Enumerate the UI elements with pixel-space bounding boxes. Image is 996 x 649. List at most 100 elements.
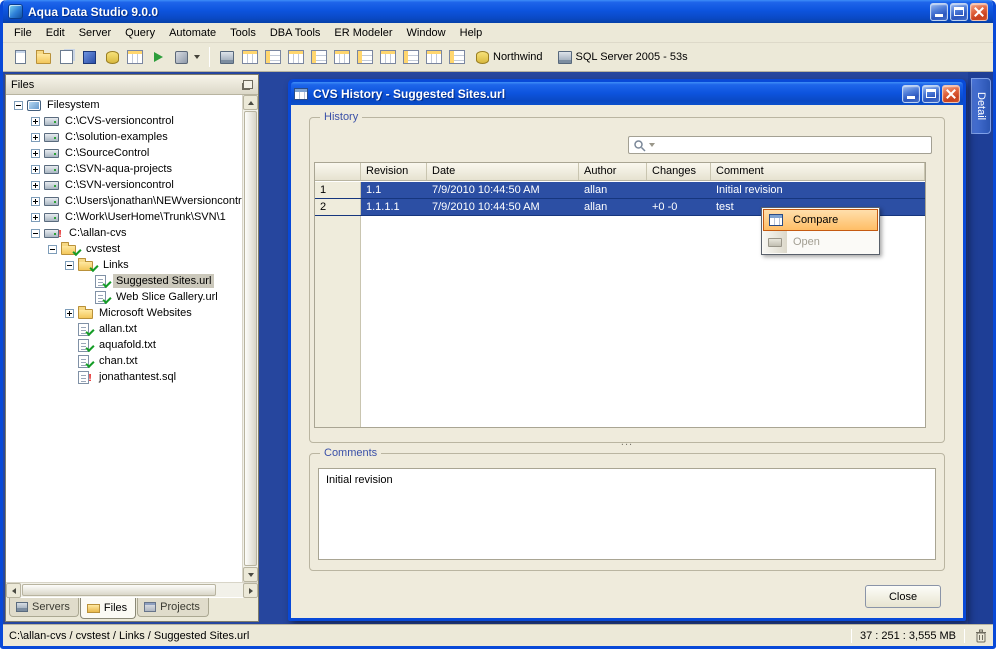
horizontal-scrollbar[interactable] (6, 582, 258, 598)
history-search-input[interactable] (660, 138, 927, 152)
grid-window-icon[interactable] (331, 46, 353, 68)
detail-tab[interactable]: Detail (971, 78, 991, 134)
tree-item[interactable]: C:\solution-examples (6, 129, 242, 145)
tree-item[interactable]: Microsoft Websites (6, 305, 242, 321)
tree-item[interactable]: C:\Work\UserHome\Trunk\SVN\1 (6, 209, 242, 225)
expand-toggle-icon[interactable] (31, 132, 40, 142)
vertical-scroll-thumb[interactable] (244, 111, 257, 566)
scroll-down-button[interactable] (243, 567, 258, 582)
menu-automate[interactable]: Automate (162, 25, 223, 41)
menu-dba-tools[interactable]: DBA Tools (263, 25, 328, 41)
grid-window-icon[interactable] (377, 46, 399, 68)
menu-edit[interactable]: Edit (39, 25, 72, 41)
dialog-close-button[interactable]: Close (865, 585, 941, 608)
close-button[interactable] (970, 2, 988, 21)
tree-item[interactable]: Filesystem (6, 97, 242, 113)
grid-window-icon[interactable] (446, 46, 468, 68)
expand-toggle-icon[interactable] (31, 148, 40, 158)
search-box[interactable] (628, 136, 932, 154)
tree-item[interactable]: C:\SVN-aqua-projects (6, 161, 242, 177)
server-icon[interactable] (216, 46, 238, 68)
tree-item[interactable]: chan.txt (6, 353, 242, 369)
row-number-column-header[interactable] (315, 163, 361, 180)
tree-item[interactable]: C:\SVN-versioncontrol (6, 177, 242, 193)
tools-icon[interactable] (170, 46, 192, 68)
database-icon[interactable] (101, 46, 123, 68)
menu-window[interactable]: Window (400, 25, 453, 41)
menu-help[interactable]: Help (453, 25, 490, 41)
tree-item[interactable]: ! jonathantest.sql (6, 369, 242, 385)
open-folder-icon[interactable] (32, 46, 54, 68)
expand-toggle-icon[interactable] (31, 116, 40, 126)
expand-toggle-icon[interactable] (31, 196, 40, 206)
dialog-maximize-button[interactable] (922, 84, 940, 103)
tree-item[interactable]: C:\SourceControl (6, 145, 242, 161)
active-database[interactable]: Northwind (469, 50, 550, 64)
garbage-collect-icon[interactable] (975, 629, 987, 643)
new-document-icon[interactable] (9, 46, 31, 68)
collapse-toggle-icon[interactable] (65, 260, 74, 270)
active-server[interactable]: SQL Server 2005 - 53s (551, 50, 695, 64)
titlebar[interactable]: Aqua Data Studio 9.0.0 (3, 0, 993, 23)
tree-item[interactable]: aquafold.txt (6, 337, 242, 353)
scroll-right-button[interactable] (243, 583, 258, 598)
grid-window-icon[interactable] (354, 46, 376, 68)
dialog-close-icon-button[interactable] (942, 84, 960, 103)
grid-window-icon[interactable] (400, 46, 422, 68)
undock-panel-icon[interactable] (243, 80, 253, 89)
horizontal-scroll-thumb[interactable] (22, 584, 216, 596)
column-header-revision[interactable]: Revision (361, 163, 427, 180)
grid-window-icon[interactable] (239, 46, 261, 68)
dialog-minimize-button[interactable] (902, 84, 920, 103)
splitter-handle[interactable]: ... (291, 437, 963, 449)
tab-servers[interactable]: Servers (9, 598, 79, 617)
tree-item[interactable]: C:\Users\jonathan\NEWversioncontrol (6, 193, 242, 209)
tree-item[interactable]: C:\CVS-versioncontrol (6, 113, 242, 129)
run-icon[interactable] (147, 46, 169, 68)
table-icon[interactable] (124, 46, 146, 68)
tab-projects[interactable]: Projects (137, 598, 209, 617)
dialog-titlebar[interactable]: CVS History - Suggested Sites.url (291, 82, 963, 105)
collapse-toggle-icon[interactable] (14, 100, 23, 110)
menu-query[interactable]: Query (118, 25, 162, 41)
files-tree-container: Filesystem C:\CVS-versioncontrol C:\solu… (6, 95, 258, 582)
expand-toggle-icon[interactable] (65, 308, 74, 318)
tree-item[interactable]: ! C:\allan-cvs (6, 225, 242, 241)
vertical-scrollbar[interactable] (242, 95, 258, 582)
grid-window-icon[interactable] (285, 46, 307, 68)
menu-file[interactable]: File (7, 25, 39, 41)
maximize-button[interactable] (950, 2, 968, 21)
column-header-changes[interactable]: Changes (647, 163, 711, 180)
expand-toggle-icon[interactable] (31, 180, 40, 190)
expand-toggle-icon[interactable] (31, 164, 40, 174)
scroll-left-button[interactable] (6, 583, 21, 598)
search-options-arrow-icon[interactable] (649, 143, 655, 147)
minimize-button[interactable] (930, 2, 948, 21)
tree-item[interactable]: cvstest (6, 241, 242, 257)
menu-er-modeler[interactable]: ER Modeler (327, 25, 399, 41)
copy-documents-icon[interactable] (55, 46, 77, 68)
column-header-comment[interactable]: Comment (711, 163, 925, 180)
menu-server[interactable]: Server (72, 25, 118, 41)
menu-tools[interactable]: Tools (223, 25, 263, 41)
collapse-toggle-icon[interactable] (48, 244, 57, 254)
grid-window-icon[interactable] (423, 46, 445, 68)
tree-item[interactable]: Links (6, 257, 242, 273)
tree-item[interactable]: Web Slice Gallery.url (6, 289, 242, 305)
column-header-author[interactable]: Author (579, 163, 647, 180)
grid-window-icon[interactable] (262, 46, 284, 68)
context-menu-compare[interactable]: Compare (763, 209, 878, 231)
column-header-date[interactable]: Date (427, 163, 579, 180)
tab-files[interactable]: Files (79, 598, 137, 619)
dropdown-arrow-icon[interactable] (194, 55, 200, 59)
tree-item-selected[interactable]: Suggested Sites.url (6, 273, 242, 289)
table-row[interactable]: 1 1.1 7/9/2010 10:44:50 AM allan Initial… (315, 182, 925, 199)
grid-window-icon[interactable] (308, 46, 330, 68)
save-icon[interactable] (78, 46, 100, 68)
history-group: History Revision Date Author Changes Com… (309, 111, 945, 443)
expand-toggle-icon[interactable] (31, 212, 40, 222)
collapse-toggle-icon[interactable] (31, 228, 40, 238)
scroll-up-button[interactable] (243, 95, 258, 110)
context-menu-open[interactable]: Open (763, 231, 878, 253)
tree-item[interactable]: allan.txt (6, 321, 242, 337)
